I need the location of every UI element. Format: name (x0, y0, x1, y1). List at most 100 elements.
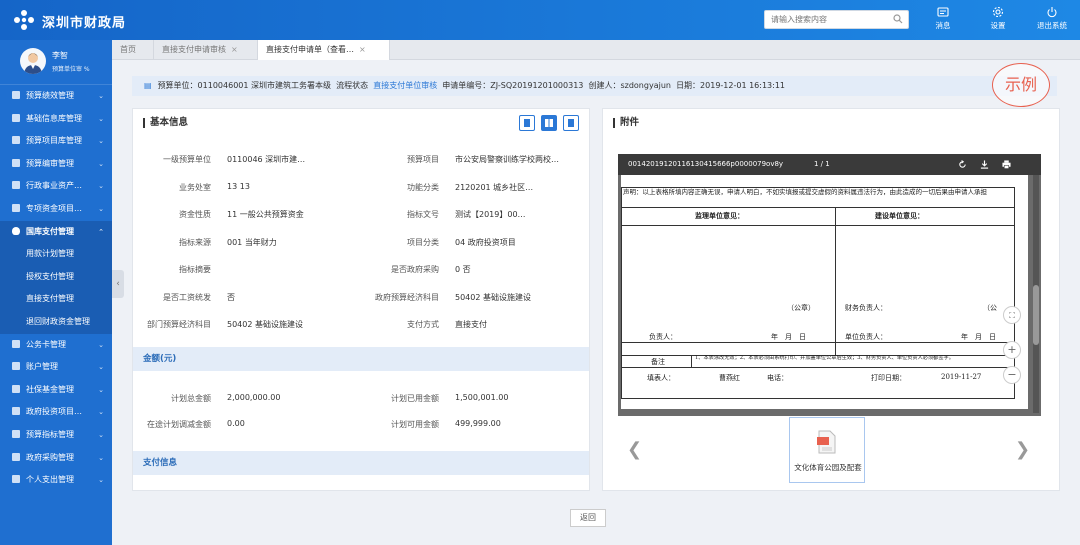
search-input[interactable] (765, 11, 890, 28)
form-line (621, 207, 1015, 208)
field-value: 测试【2019】00… (455, 210, 526, 219)
layout-single-button[interactable] (519, 115, 535, 131)
person-icon (12, 475, 20, 484)
field-label: 资金性质 (179, 210, 211, 219)
layout-double-button[interactable] (541, 115, 557, 131)
sidebar-item-label: 账户管理 (26, 362, 58, 372)
sidebar-item-label: 基础信息库管理 (26, 113, 82, 123)
prev-file-button[interactable]: ❮ (627, 439, 642, 460)
sidebar-subitem-refund[interactable]: 退回财政资金管理 (0, 310, 112, 334)
sidebar-item-card[interactable]: 公务卡管理 ⌄ (0, 334, 112, 357)
print-icon[interactable] (1002, 160, 1011, 169)
tab-label: 首页 (120, 45, 136, 54)
scrollbar-thumb[interactable] (1033, 285, 1039, 345)
info-bar: ▤ 预算单位：0110046001 深圳市建筑工务署本级 流程状态 直接支付单位审… (132, 76, 1057, 96)
chevron-down-icon: ⌄ (98, 204, 104, 213)
sidebar-subitem-authorized[interactable]: 授权支付管理 (0, 265, 112, 289)
info-flow-link[interactable]: 直接支付单位审核 (373, 81, 437, 90)
field-label: 政府预算经济科目 (375, 293, 439, 302)
form-sup-header: 监理单位意见： (695, 211, 744, 220)
sidebar-item-indicator[interactable]: 预算指标管理 ⌄ (0, 424, 112, 447)
sidebar-subitem-direct[interactable]: 直接支付管理 (0, 288, 112, 311)
sidebar-item-performance[interactable]: 预算绩效管理 ⌄ (0, 85, 112, 108)
avatar (20, 48, 46, 74)
layout-icon (524, 119, 530, 127)
settings-icon (992, 6, 1004, 18)
zoom-in-button[interactable]: + (1003, 341, 1021, 359)
layout-icon (568, 119, 574, 127)
sidebar-item-special-fund[interactable]: 专项资金项目… ⌄ (0, 198, 112, 221)
close-icon[interactable]: × (359, 45, 366, 54)
field-value: 50402 基础设施建设 (227, 320, 303, 329)
user-role: 预算单位审 % (52, 66, 90, 73)
form-line (621, 225, 1015, 226)
sidebar-item-label: 政府投资项目… (26, 407, 82, 417)
sidebar-item-label: 预算项目库管理 (26, 136, 82, 146)
info-unit: 预算单位：0110046001 深圳市建筑工务署本级 (157, 81, 332, 90)
document-icon: ▤ (144, 81, 152, 90)
form-seal2: （公 (983, 304, 997, 312)
sidebar-item-budget-review[interactable]: 预算编审管理 ⌄ (0, 153, 112, 176)
search-icon[interactable] (893, 14, 903, 24)
chevron-down-icon: ⌄ (98, 92, 104, 100)
form-line (621, 367, 1015, 368)
main-content: ▤ 预算单位：0110046001 深圳市建筑工务署本级 流程状态 直接支付单位审… (124, 60, 1080, 545)
form-phone-label: 电话： (767, 374, 788, 382)
logout-button[interactable]: 退出系统 (1035, 6, 1069, 31)
fund-icon (12, 384, 20, 393)
chevron-down-icon: ⌄ (98, 363, 104, 372)
info-flow-label: 流程状态 (336, 81, 369, 90)
sidebar-item-investment[interactable]: 政府投资项目… ⌄ (0, 401, 112, 424)
sidebar-item-procurement[interactable]: 政府采购管理 ⌄ (0, 447, 112, 470)
back-button[interactable]: 返回 (570, 509, 606, 527)
layout-right-button[interactable] (563, 115, 579, 131)
zoom-out-button[interactable]: − (1003, 366, 1021, 384)
rotate-icon[interactable] (958, 160, 967, 169)
sidebar-subitem-plan[interactable]: 用款计划管理 (0, 243, 112, 266)
sidebar-item-assets[interactable]: 行政事业资产… ⌄ (0, 175, 112, 198)
user-card[interactable]: 李智 预算单位审 % (0, 40, 112, 85)
chart-icon (12, 429, 20, 438)
pdf-viewer[interactable]: 00142019120116130415666p0000079ov8y 1 / … (618, 154, 1041, 416)
sidebar-item-label: 预算绩效管理 (26, 91, 74, 100)
sidebar-item-social-fund[interactable]: 社保基金管理 ⌄ (0, 379, 112, 402)
form-leader: 负责人： (649, 333, 677, 341)
list-icon (12, 136, 20, 145)
info-date: 日期：2019-12-01 16:13:11 (676, 81, 786, 90)
sidebar-item-treasury[interactable]: 国库支付管理 ⌃ (0, 220, 112, 244)
field-label: 部门预算经济科目 (147, 320, 211, 329)
download-icon[interactable] (980, 160, 989, 169)
pdf-scrollbar[interactable] (1033, 175, 1039, 413)
search-box[interactable] (764, 10, 909, 29)
field-value: 直接支付 (455, 320, 487, 329)
sidebar-item-project-lib[interactable]: 预算项目库管理 ⌄ (0, 130, 112, 153)
chevron-right-icon: ❯ (1015, 439, 1031, 460)
next-file-button[interactable]: ❯ (1015, 439, 1030, 460)
sidebar-item-label: 行政事业资产… (26, 181, 82, 191)
field-value: 499,999.00 (455, 419, 501, 428)
field-value: 2120201 城乡社区… (455, 183, 534, 192)
tab-home[interactable]: 首页 (112, 40, 154, 60)
form-date: 年 月 日 (771, 333, 806, 341)
collapse-sidebar-button[interactable]: ‹ (112, 270, 124, 298)
chevron-down-icon: ⌄ (98, 385, 104, 394)
tab-direct-payment-review[interactable]: 直接支付申请审核 × (154, 40, 258, 60)
sidebar-item-personal[interactable]: 个人支出管理 ⌄ (0, 469, 112, 492)
chevron-down-icon: ⌄ (98, 453, 104, 462)
tab-direct-payment-apply[interactable]: 直接支付申请单（查看… × (258, 40, 390, 61)
message-button[interactable]: 消息 (926, 6, 960, 31)
chevron-left-icon: ❮ (627, 439, 643, 460)
chevron-down-icon: ⌄ (98, 408, 104, 417)
minus-icon: − (1007, 368, 1017, 381)
attachment-file-card[interactable]: 文化体育公园及配套 (789, 417, 865, 483)
settings-button[interactable]: 设置 (981, 6, 1015, 31)
top-bar: 深圳市财政局 消息 设置 退出系统 (0, 0, 1080, 40)
field-value: 50402 基础设施建设 (455, 293, 531, 302)
field-value: 0.00 (227, 419, 245, 428)
form-line (835, 207, 836, 355)
fit-page-button[interactable]: ⛶ (1003, 306, 1021, 324)
layout-icon (545, 119, 553, 127)
sidebar-item-account[interactable]: 账户管理 ⌄ (0, 356, 112, 379)
sidebar-item-basic-info[interactable]: 基础信息库管理 ⌄ (0, 108, 112, 131)
close-icon[interactable]: × (231, 45, 238, 54)
